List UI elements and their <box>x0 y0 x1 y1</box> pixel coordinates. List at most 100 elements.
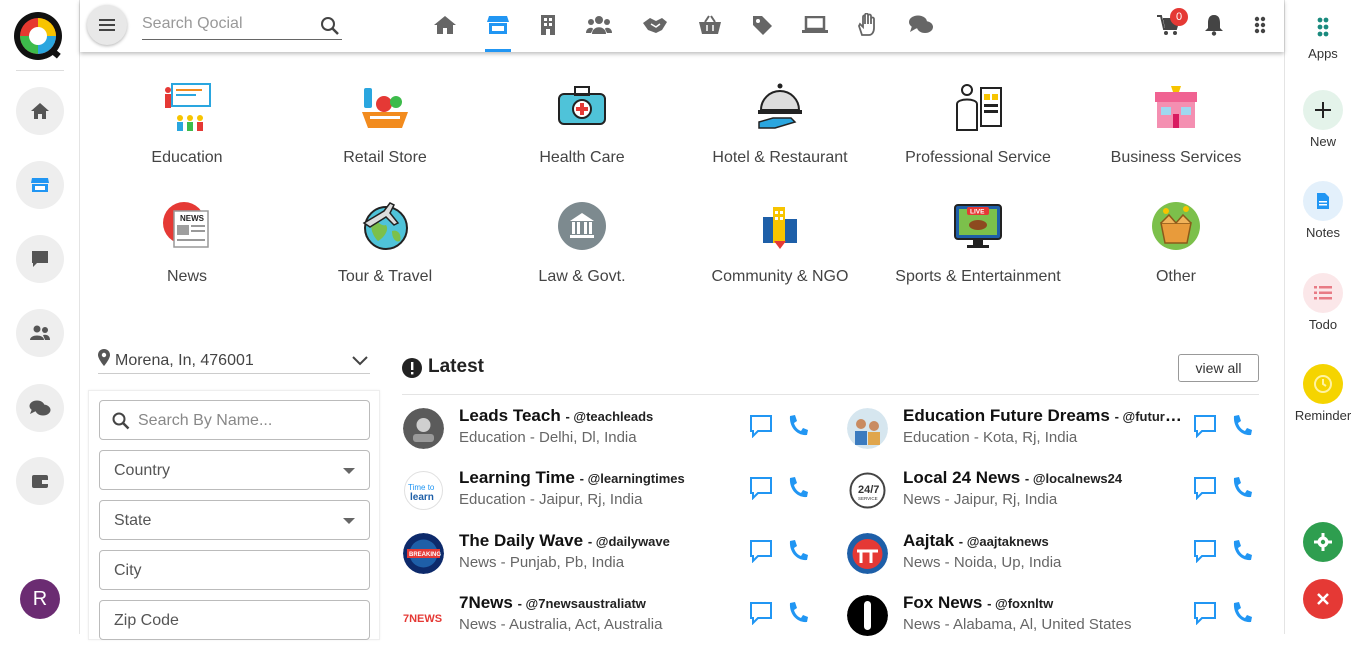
rail-home-button[interactable] <box>16 87 64 135</box>
list-item[interactable]: Education Future Dreams - @futuredreams … <box>847 404 1267 462</box>
nav-store-button[interactable] <box>485 12 511 38</box>
nav-home-button[interactable] <box>432 12 458 38</box>
list-item-name[interactable]: Local 24 News - @localnews24 <box>903 468 1183 488</box>
location-selector[interactable]: Morena, In, 476001 <box>98 348 370 374</box>
entry-handle: - @aajtaknews <box>958 534 1049 549</box>
category-health-care[interactable]: Health Care <box>487 82 677 170</box>
notifications-button[interactable] <box>1201 12 1227 38</box>
message-icon[interactable] <box>1193 476 1217 500</box>
rail-comment-button[interactable] <box>16 235 64 283</box>
phone-icon[interactable] <box>1231 539 1253 563</box>
nav-laptop-button[interactable] <box>802 12 828 38</box>
phone-icon[interactable] <box>1231 601 1253 625</box>
list-item[interactable]: 24/7 SERVICE Local 24 News - @localnews24… <box>847 466 1267 524</box>
category-tour-travel[interactable]: Tour & Travel <box>290 201 480 289</box>
handshake-icon <box>643 18 667 33</box>
category-professional-service[interactable]: Professional Service <box>883 82 1073 170</box>
entry-handle: - @teachleads <box>565 409 654 424</box>
category-community-ngo[interactable]: Community & NGO <box>685 201 875 289</box>
gear-icon <box>1314 533 1332 551</box>
message-icon[interactable] <box>1193 601 1217 625</box>
7news-avatar: 7NEWS <box>403 595 444 636</box>
rail-wallet-button[interactable] <box>16 457 64 505</box>
filter-panel: Search By Name... Country State City Zip… <box>88 390 380 640</box>
nav-hand-button[interactable] <box>854 12 880 38</box>
city-placeholder: City <box>114 562 142 579</box>
aajtak-avatar <box>847 533 888 574</box>
category-news[interactable]: NEWS News <box>92 201 282 289</box>
phone-icon[interactable] <box>787 601 809 625</box>
rail-users-button[interactable] <box>16 309 64 357</box>
nav-basket-button[interactable] <box>697 12 723 38</box>
message-icon[interactable] <box>1193 414 1217 438</box>
list-item-name[interactable]: Leads Teach - @teachleads <box>459 406 739 426</box>
nav-people-button[interactable] <box>586 12 612 38</box>
zip-code-input[interactable]: Zip Code <box>99 600 370 640</box>
country-select[interactable]: Country <box>99 450 370 490</box>
sports-entertainment-icon: LIVE <box>954 204 1002 248</box>
education-icon <box>165 83 211 131</box>
phone-icon[interactable] <box>787 476 809 500</box>
name-search-input[interactable]: Search By Name... <box>99 400 370 440</box>
list-item[interactable]: Aajtak - @aajtaknews News - Noida, Up, I… <box>847 529 1267 587</box>
notes-button[interactable]: Notes <box>1285 181 1360 240</box>
list-item[interactable]: BREAKING The Daily Wave - @dailywave New… <box>403 529 823 587</box>
category-education[interactable]: Education <box>92 82 282 170</box>
apps-grid-button[interactable] <box>1247 12 1273 38</box>
user-avatar[interactable]: R <box>20 579 60 619</box>
phone-icon[interactable] <box>787 414 809 438</box>
city-input[interactable]: City <box>99 550 370 590</box>
list-item-name[interactable]: Fox News - @foxnltw <box>903 593 1183 613</box>
home-icon <box>31 103 49 119</box>
message-icon[interactable] <box>749 539 773 563</box>
reminder-button[interactable]: Reminder <box>1285 364 1360 423</box>
phone-icon[interactable] <box>1231 414 1253 438</box>
category-sports-entertainment[interactable]: LIVE Sports & Entertainment <box>883 201 1073 289</box>
search-input[interactable]: Search Qocial <box>142 10 342 40</box>
apps-button[interactable]: Apps <box>1285 14 1360 61</box>
list-item-name[interactable]: The Daily Wave - @dailywave <box>459 531 739 551</box>
qocial-logo[interactable] <box>12 10 64 62</box>
settings-fab[interactable] <box>1285 522 1360 566</box>
hamburger-menu-button[interactable] <box>87 5 127 45</box>
new-label: New <box>1309 134 1336 149</box>
category-business-services[interactable]: Business Services <box>1081 82 1271 170</box>
message-icon[interactable] <box>749 476 773 500</box>
category-label: Education <box>151 149 223 166</box>
phone-icon[interactable] <box>787 539 809 563</box>
rail-comments-button[interactable] <box>16 384 64 432</box>
list-item[interactable]: 7NEWS 7News - @7newsaustraliatw News - A… <box>403 591 823 649</box>
todo-button[interactable]: Todo <box>1285 273 1360 332</box>
category-hotel-restaurant[interactable]: Hotel & Restaurant <box>685 82 875 170</box>
list-item-name[interactable]: 7News - @7newsaustraliatw <box>459 593 739 613</box>
close-fab[interactable] <box>1285 579 1360 623</box>
list-item-name[interactable]: Aajtak - @aajtaknews <box>903 531 1183 551</box>
category-label: News <box>166 268 207 285</box>
education-future-dreams-avatar <box>847 408 888 449</box>
category-retail-store[interactable]: Retail Store <box>290 82 480 170</box>
list-item[interactable]: Time to learn Learning Time - @learningti… <box>403 466 823 524</box>
search-icon[interactable] <box>320 16 340 36</box>
message-icon[interactable] <box>1193 539 1217 563</box>
nav-building-button[interactable] <box>535 12 561 38</box>
entry-subtitle: News - Australia, Act, Australia <box>459 616 663 633</box>
name-search-placeholder: Search By Name... <box>138 412 273 429</box>
list-item-name[interactable]: Education Future Dreams - @futuredreams <box>903 406 1183 426</box>
phone-icon[interactable] <box>1231 476 1253 500</box>
category-law-govt[interactable]: Law & Govt. <box>487 201 677 289</box>
health-care-icon <box>558 86 606 125</box>
view-all-button[interactable]: view all <box>1178 354 1259 382</box>
nav-tags-button[interactable] <box>750 12 776 38</box>
list-item-name[interactable]: Learning Time - @learningtimes <box>459 468 739 488</box>
rail-store-button[interactable] <box>16 161 64 209</box>
search-icon <box>112 412 130 430</box>
list-item[interactable]: Fox News - @foxnltw News - Alabama, Al, … <box>847 591 1267 649</box>
category-other[interactable]: Other <box>1081 201 1271 289</box>
state-select[interactable]: State <box>99 500 370 540</box>
message-icon[interactable] <box>749 414 773 438</box>
nav-chat-button[interactable] <box>908 12 934 38</box>
nav-handshake-button[interactable] <box>642 12 668 38</box>
list-item[interactable]: Leads Teach - @teachleads Education - De… <box>403 404 823 462</box>
message-icon[interactable] <box>749 601 773 625</box>
new-button[interactable]: New <box>1285 90 1360 149</box>
